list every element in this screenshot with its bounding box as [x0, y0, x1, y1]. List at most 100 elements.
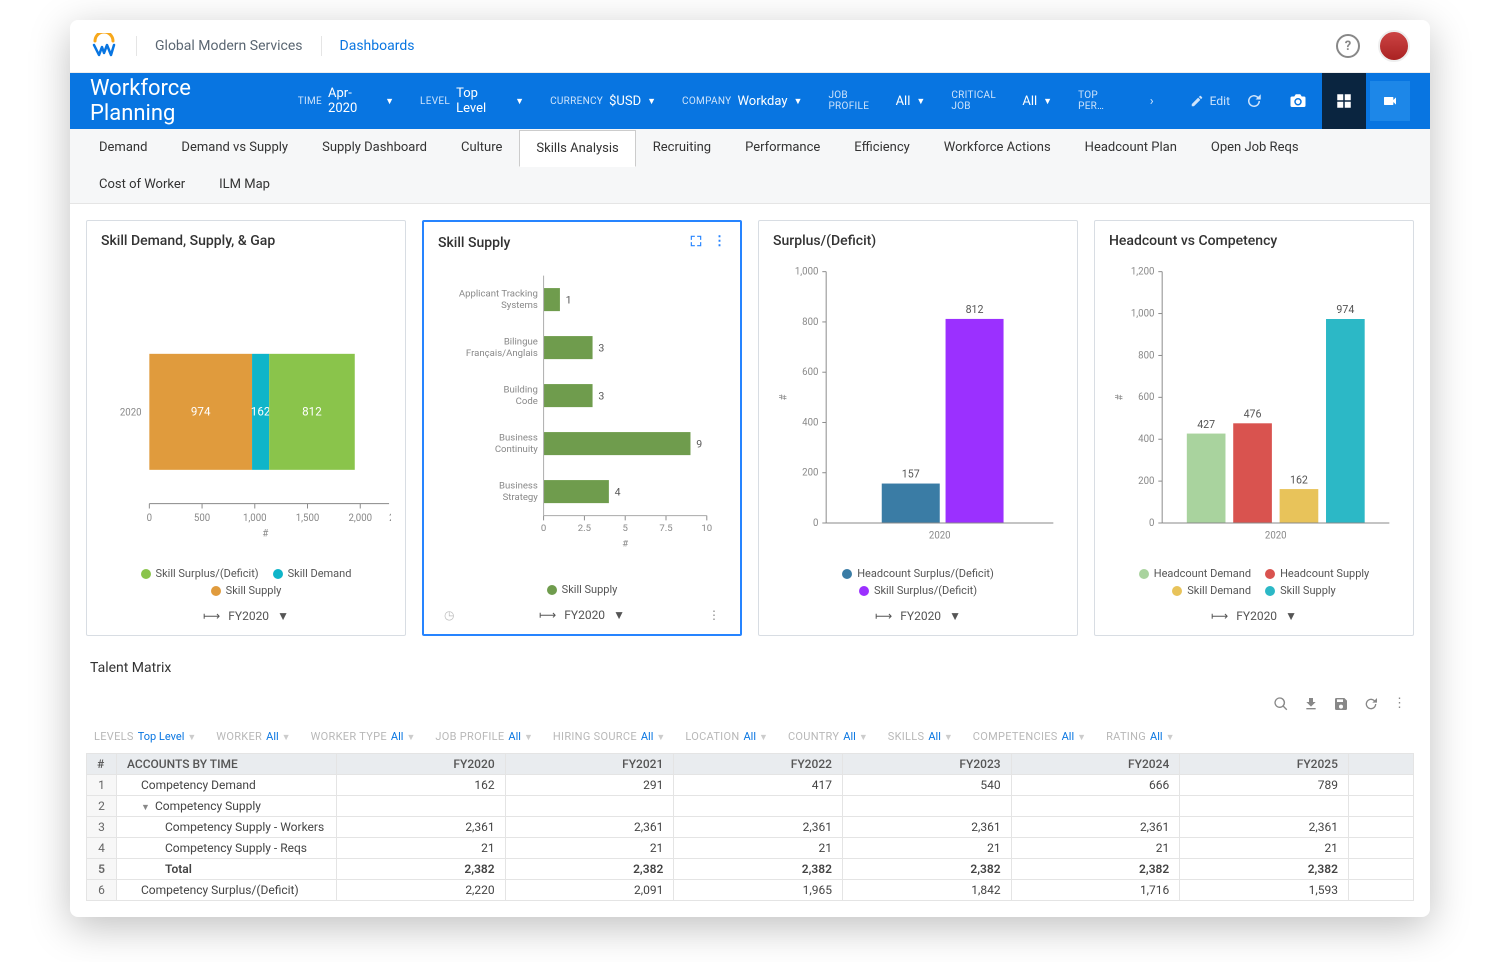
chart-grouped-bar[interactable]: 02004006008001,000#1578122020	[773, 257, 1063, 557]
svg-text:Strategy: Strategy	[503, 492, 539, 503]
svg-text:162: 162	[1290, 473, 1308, 486]
svg-text:476: 476	[1244, 408, 1262, 421]
clock-icon: ◷	[444, 608, 454, 622]
svg-text:974: 974	[1336, 303, 1354, 316]
tab-headcount-plan[interactable]: Headcount Plan	[1068, 129, 1194, 166]
matrix-filter-country[interactable]: COUNTRYAll▼	[788, 730, 868, 743]
tab-recruiting[interactable]: Recruiting	[636, 129, 728, 166]
filter-currency[interactable]: CURRENCY$USD▼	[550, 94, 656, 109]
grid-view-button[interactable]	[1322, 73, 1366, 129]
filter-job-profile[interactable]: JOB PROFILEAll▼	[828, 90, 925, 112]
svg-text:Business: Business	[499, 481, 538, 492]
card-title: Skill Demand, Supply, & Gap	[101, 233, 275, 249]
matrix-filter-job-profile[interactable]: JOB PROFILEAll▼	[435, 730, 533, 743]
legend-item: Skill Demand	[1172, 584, 1251, 597]
card-footer-filter[interactable]: ⟼ FY2020 ▼	[1109, 603, 1399, 629]
tab-efficiency[interactable]: Efficiency	[837, 129, 926, 166]
video-button[interactable]	[1370, 81, 1410, 121]
legend-item: Skill Supply	[1265, 584, 1336, 597]
more-icon[interactable]: ⋮	[713, 234, 726, 252]
avatar[interactable]	[1378, 30, 1410, 62]
matrix-filter-worker[interactable]: WORKERAll▼	[216, 730, 290, 743]
tab-demand-vs-supply[interactable]: Demand vs Supply	[164, 129, 305, 166]
tab-ilm-map[interactable]: ILM Map	[202, 166, 287, 203]
filter-level[interactable]: LEVELTop Level▼	[420, 86, 524, 116]
table-row[interactable]: 1Competency Demand162291417540666789	[87, 775, 1414, 796]
camera-button[interactable]	[1278, 81, 1318, 121]
tab-open-job-reqs[interactable]: Open Job Reqs	[1194, 129, 1316, 166]
svg-text:200: 200	[802, 468, 818, 479]
legend-item: Skill Supply	[547, 583, 618, 596]
chart-horizontal-bar[interactable]: 02.557.510#Applicant TrackingSystems1Bil…	[438, 260, 726, 560]
svg-text:#: #	[779, 394, 790, 400]
table-row[interactable]: 4Competency Supply - Reqs212121212121	[87, 838, 1414, 859]
card-footer-filter[interactable]: ◷ ⟼ FY2020 ▼ ⋮	[438, 602, 726, 628]
svg-text:2020: 2020	[929, 530, 951, 541]
company-name: Global Modern Services	[155, 38, 303, 54]
tab-cost-of-worker[interactable]: Cost of Worker	[82, 166, 202, 203]
svg-text:Continuity: Continuity	[495, 444, 538, 455]
tab-skills-analysis[interactable]: Skills Analysis	[519, 130, 635, 167]
tab-supply-dashboard[interactable]: Supply Dashboard	[305, 129, 444, 166]
svg-text:400: 400	[802, 417, 818, 428]
svg-text:1,000: 1,000	[1131, 308, 1155, 319]
table-row[interactable]: 2▼Competency Supply	[87, 796, 1414, 817]
tab-workforce-actions[interactable]: Workforce Actions	[927, 129, 1068, 166]
svg-text:2020: 2020	[120, 408, 142, 419]
svg-text:812: 812	[302, 405, 322, 419]
filter-time[interactable]: TIMEApr-2020▼	[298, 86, 394, 116]
tab-culture[interactable]: Culture	[444, 129, 519, 166]
scroll-right-icon[interactable]: ›	[1150, 94, 1154, 109]
svg-text:Code: Code	[516, 396, 538, 407]
nav-dashboards[interactable]: Dashboards	[340, 38, 415, 54]
table-row[interactable]: 5Total2,3822,3822,3822,3822,3822,382	[87, 859, 1414, 880]
svg-text:2,...: 2,...	[389, 513, 391, 524]
card-headcount-vs-competency: Headcount vs Competency 02004006008001,0…	[1094, 220, 1414, 636]
svg-text:Building: Building	[504, 385, 538, 396]
svg-text:Bilingue: Bilingue	[504, 337, 538, 348]
svg-text:0: 0	[541, 523, 546, 534]
filter-critical-job[interactable]: CRITICAL JOBAll▼	[951, 90, 1052, 112]
help-icon[interactable]: ?	[1336, 34, 1360, 58]
card-footer-filter[interactable]: ⟼ FY2020 ▼	[773, 603, 1063, 629]
svg-text:1: 1	[566, 293, 572, 306]
table-row[interactable]: 3Competency Supply - Workers2,3612,3612,…	[87, 817, 1414, 838]
svg-text:600: 600	[802, 367, 818, 378]
refresh-button[interactable]	[1234, 81, 1274, 121]
matrix-filter-rating[interactable]: RATINGAll▼	[1106, 730, 1174, 743]
search-icon[interactable]	[1273, 696, 1289, 716]
legend-item: Headcount Demand	[1139, 567, 1251, 580]
svg-text:3: 3	[598, 341, 604, 354]
export-icon[interactable]	[1303, 696, 1319, 716]
edit-button[interactable]: Edit	[1190, 94, 1230, 108]
filter-top-per-[interactable]: TOP PER…	[1078, 90, 1132, 112]
matrix-filter-hiring-source[interactable]: HIRING SOURCEAll▼	[553, 730, 665, 743]
chart-stacked-bar[interactable]: 05001,0001,5002,0002,...#2020974162812	[101, 257, 391, 557]
matrix-table[interactable]: #ACCOUNTS BY TIMEFY2020FY2021FY2022FY202…	[86, 753, 1414, 901]
matrix-filter-levels[interactable]: LEVELSTop Level▼	[94, 730, 196, 743]
more-icon[interactable]: ⋮	[1393, 696, 1406, 716]
workday-logo[interactable]	[90, 32, 118, 60]
tab-demand[interactable]: Demand	[82, 129, 164, 166]
separator	[136, 36, 137, 56]
refresh-icon[interactable]	[1363, 696, 1379, 716]
matrix-filter-location[interactable]: LOCATIONAll▼	[685, 730, 768, 743]
matrix-filter-skills[interactable]: SKILLSAll▼	[888, 730, 953, 743]
more-icon[interactable]: ⋮	[708, 608, 720, 622]
svg-text:Français/Anglais: Français/Anglais	[466, 348, 538, 359]
card-footer-filter[interactable]: ⟼ FY2020 ▼	[101, 603, 391, 629]
expand-icon[interactable]	[689, 234, 703, 252]
legend-item: Skill Surplus/(Deficit)	[141, 567, 259, 580]
filter-company[interactable]: COMPANYWorkday▼	[682, 94, 802, 109]
matrix-filter-competencies[interactable]: COMPETENCIESAll▼	[973, 730, 1086, 743]
legend-item: Headcount Supply	[1265, 567, 1369, 580]
chart-grouped-bar[interactable]: 02004006008001,0001,200#4274761629742020	[1109, 257, 1399, 557]
legend-item: Skill Supply	[211, 584, 282, 597]
matrix-filter-worker-type[interactable]: WORKER TYPEAll▼	[311, 730, 416, 743]
save-icon[interactable]	[1333, 696, 1349, 716]
matrix-title: Talent Matrix	[86, 652, 1414, 692]
svg-text:0: 0	[813, 518, 818, 529]
table-row[interactable]: 6Competency Surplus/(Deficit)2,2202,0911…	[87, 880, 1414, 901]
tab-performance[interactable]: Performance	[728, 129, 837, 166]
legend-item: Skill Surplus/(Deficit)	[859, 584, 977, 597]
